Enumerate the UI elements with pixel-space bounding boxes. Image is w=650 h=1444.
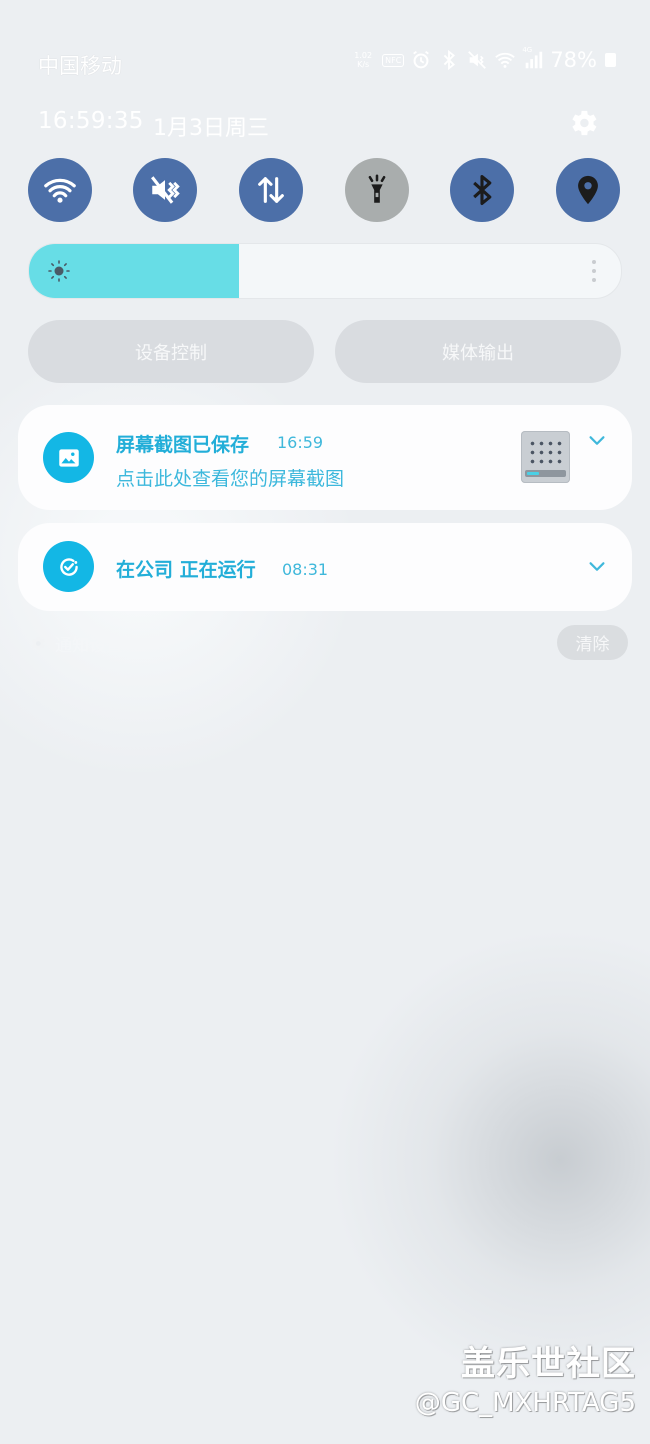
bluetooth-icon [438,49,460,71]
wifi-toggle[interactable] [28,158,92,222]
sound-mute-toggle[interactable] [133,158,197,222]
brightness-sun-icon [48,260,70,282]
routine-check-icon [43,541,94,592]
mobile-data-toggle[interactable] [239,158,303,222]
status-icons: 1.02 K/s NFC 4G 78% [350,46,616,72]
flashlight-icon [368,174,386,203]
watermark-user: @GC_MXHRTAG5 [414,1388,636,1418]
signal-tag: 4G [522,46,533,54]
notification-body: 点击此处查看您的屏幕截图 [116,468,345,490]
notification-time: 08:31 [282,560,329,579]
clock[interactable]: 16:59:35 [38,108,144,134]
location-toggle[interactable] [556,158,620,222]
bluetooth-icon [473,174,492,206]
net-speed-value: 1.02 [354,51,373,60]
bluetooth-toggle[interactable] [450,158,514,222]
notification-title: 屏幕截图已保存 [116,434,250,456]
chevron-down-icon[interactable] [586,430,608,452]
signal-icon: 4G [522,46,544,71]
image-icon [43,432,94,483]
data-arrows-icon [258,177,284,203]
battery-percent: 78% [550,48,597,72]
thumbnail-dots [528,439,563,465]
mute-vibrate-icon [466,49,488,71]
brightness-slider[interactable] [28,243,622,299]
wifi-icon [44,178,76,203]
net-speed-unit: K/s [357,60,370,69]
notification-time: 16:59 [277,433,324,452]
flashlight-toggle[interactable] [345,158,409,222]
net-speed-indicator: 1.02 K/s [350,51,376,69]
device-control-button[interactable]: 设备控制 [28,320,314,383]
battery-icon [605,53,616,67]
gear-icon [31,636,46,651]
wifi-icon [494,49,516,71]
date[interactable]: 1月3日周三 [153,110,269,142]
notification-settings-link[interactable]: 通知设置 [28,631,123,656]
clear-button[interactable]: 清除 [557,625,628,660]
quick-settings-row [28,158,620,222]
nfc-icon: NFC [382,53,405,67]
mute-vibrate-icon [151,176,180,204]
notification-title: 在公司 正在运行 [116,559,256,581]
settings-gear-icon[interactable] [566,106,600,140]
thumbnail-bar-accent [527,472,539,475]
notification-card-routine[interactable]: 在公司 正在运行 08:31 [18,523,632,611]
location-pin-icon [578,175,598,205]
chevron-down-icon[interactable] [586,556,608,578]
media-output-button[interactable]: 媒体输出 [335,320,621,383]
alarm-icon [410,49,432,71]
screenshot-thumbnail[interactable] [521,431,570,483]
watermark-logo: 盖乐世社区 [461,1344,636,1384]
notification-settings-label: 通知设置 [55,636,123,656]
more-options-icon[interactable] [591,258,597,284]
notification-card-screenshot[interactable]: 屏幕截图已保存 16:59 点击此处查看您的屏幕截图 [18,405,632,510]
carrier-name: 中国移动 [38,54,122,78]
